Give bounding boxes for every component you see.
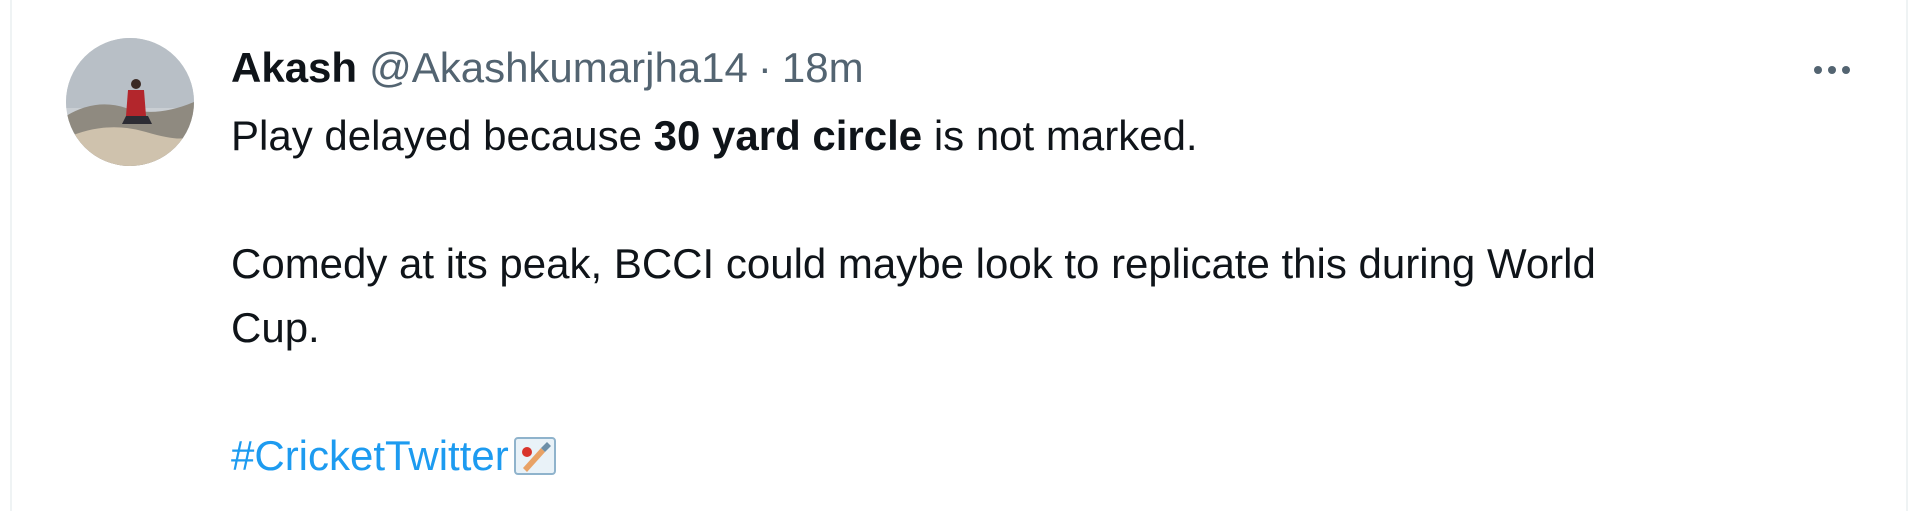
tweet-line-3: Cup. — [231, 304, 320, 351]
tweet-card[interactable]: Akash @Akashkumarjha14 · 18m Play delaye… — [10, 0, 1908, 511]
more-horizontal-icon — [1814, 66, 1822, 74]
separator-dot: · — [757, 44, 772, 91]
user-handle[interactable]: @Akashkumarjha14 — [369, 44, 748, 92]
tweet-line-2: Comedy at its peak, BCCI could maybe loo… — [231, 240, 1596, 287]
hashtag-link[interactable]: #CricketTwitter — [231, 432, 509, 479]
avatar-image — [66, 38, 194, 166]
tweet-line-hashtag: #CricketTwitter — [231, 424, 1851, 496]
tweet-line-1: Play delayed because 30 yard circle is n… — [231, 112, 1198, 159]
avatar[interactable] — [66, 38, 194, 166]
timestamp[interactable]: 18m — [782, 44, 864, 92]
cricket-emoji-icon — [511, 432, 559, 496]
display-name[interactable]: Akash — [231, 44, 357, 92]
more-options-button[interactable] — [1802, 42, 1862, 98]
bold-phrase: 30 yard circle — [653, 112, 923, 159]
tweet-header: Akash @Akashkumarjha14 · 18m — [231, 40, 864, 96]
tweet-text: Play delayed because 30 yard circle is n… — [231, 104, 1851, 496]
